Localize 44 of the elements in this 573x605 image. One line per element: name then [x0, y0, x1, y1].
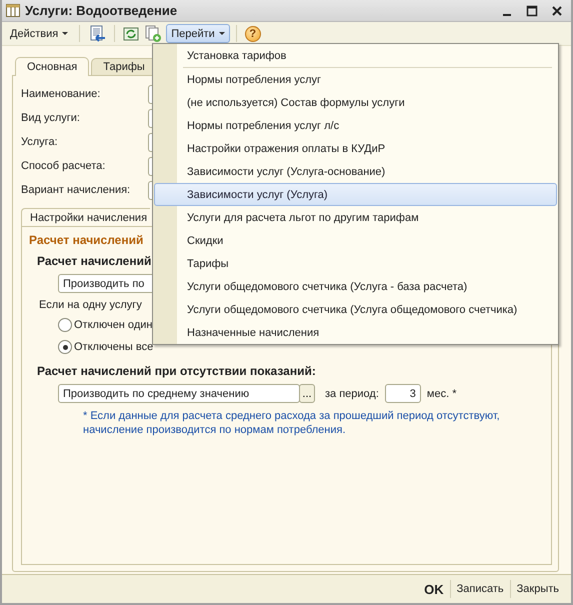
- footer-button[interactable]: Записать: [450, 578, 510, 600]
- menu-item[interactable]: Нормы потребления услуг: [154, 68, 557, 91]
- menu-item[interactable]: (не используется) Состав формулы услуги: [154, 91, 557, 114]
- menu-item[interactable]: Нормы потребления услуг л/с: [154, 114, 557, 137]
- radio-button[interactable]: [58, 318, 72, 332]
- menu-item[interactable]: Услуги общедомового счетчика (Услуга общедомового счетчика): [154, 298, 557, 321]
- group-tab[interactable]: Настройки начисления: [21, 208, 150, 226]
- menu-item[interactable]: Назначенные начисления: [154, 321, 557, 344]
- note-text: * Если данные для расчета среднего расхода за прошедший период отсутствуют, начисление производится по нормам потребления.: [83, 409, 501, 437]
- select-button[interactable]: ...: [299, 384, 315, 403]
- menu-item[interactable]: Настройки отражения оплаты в КУДиР: [154, 137, 557, 160]
- help-button[interactable]: ?: [244, 26, 261, 42]
- menu-item[interactable]: Скидки: [154, 229, 557, 252]
- radio-button[interactable]: [58, 340, 72, 354]
- menu-item[interactable]: Зависимости услуг (Услуга): [154, 183, 557, 206]
- select-field[interactable]: Производить по среднему значению: [58, 384, 300, 403]
- field-label: Способ расчета:: [21, 160, 106, 172]
- menu-item[interactable]: Зависимости услуг (Услуга-основание): [154, 160, 557, 183]
- period-label: за период:: [325, 388, 379, 400]
- menu-button[interactable]: Действия: [5, 24, 74, 43]
- footer-button[interactable]: Закрыть: [510, 578, 565, 600]
- menu-item[interactable]: Установка тарифов: [154, 44, 557, 67]
- tab[interactable]: Основная: [15, 57, 90, 76]
- condition-text: Если на одну услугу: [39, 299, 142, 311]
- section-heading: Расчет начислений: [29, 233, 144, 247]
- unit-label: мес. *: [426, 388, 456, 400]
- field-label: Вид услуги:: [21, 112, 81, 124]
- window-title: Услуги: Водоотведение: [25, 3, 178, 18]
- subsection-heading: Расчет начислений: [37, 254, 152, 268]
- field-label: Вариант начисления:: [21, 184, 132, 196]
- radio-label: Отключен один: [74, 319, 152, 331]
- menu-item[interactable]: Тарифы: [154, 252, 557, 275]
- footer-button[interactable]: OK: [418, 578, 450, 600]
- table-icon: [6, 3, 20, 18]
- subsection-heading: Расчет начислений при отсутствии показаний:: [37, 364, 316, 378]
- number-field[interactable]: 3: [384, 384, 421, 403]
- field-label: Услуга:: [21, 136, 59, 148]
- radio-label: Отключены все: [74, 341, 154, 353]
- caret-icon: [218, 32, 225, 35]
- menu-item[interactable]: Услуги общедомового счетчика (Услуга - база расчета): [154, 275, 557, 298]
- menu-button[interactable]: Перейти: [166, 24, 230, 43]
- caret-icon: [62, 32, 68, 35]
- field-label: Наименование:: [21, 88, 102, 100]
- menu-item[interactable]: Услуги для расчета льгот по другим тарифам: [154, 206, 557, 229]
